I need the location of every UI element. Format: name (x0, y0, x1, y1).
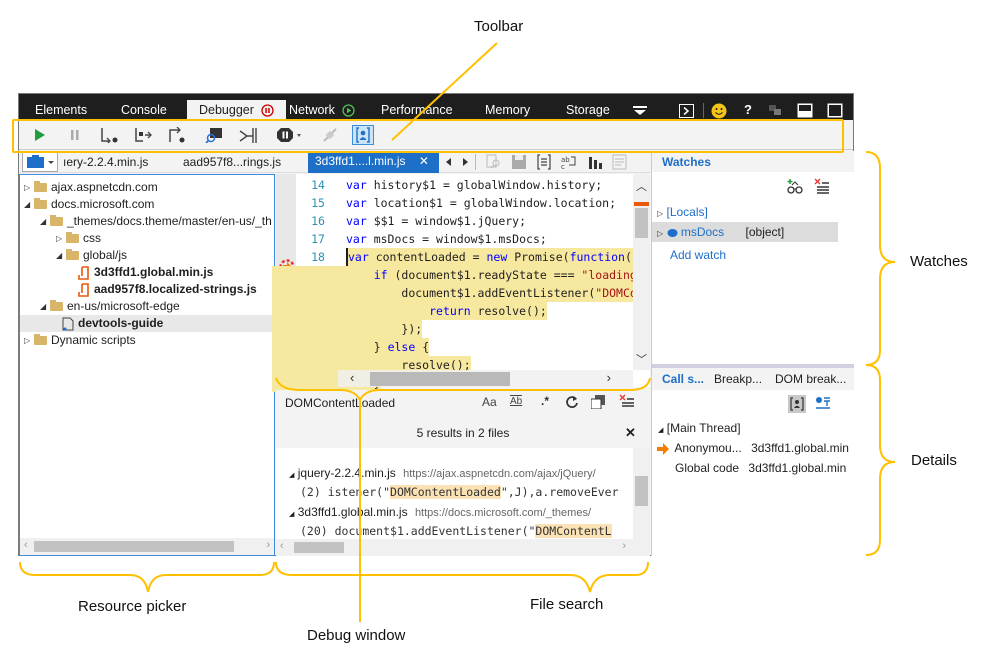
file-search-brace (275, 561, 649, 593)
debug-window-brace (275, 377, 651, 403)
toolbar-leader-line (391, 42, 498, 141)
annotation-overlay (12, 42, 896, 622)
toolbar-highlight-box (12, 119, 844, 153)
details-brace (865, 364, 896, 556)
watches-brace (865, 151, 896, 366)
resource-picker-brace (19, 561, 275, 593)
